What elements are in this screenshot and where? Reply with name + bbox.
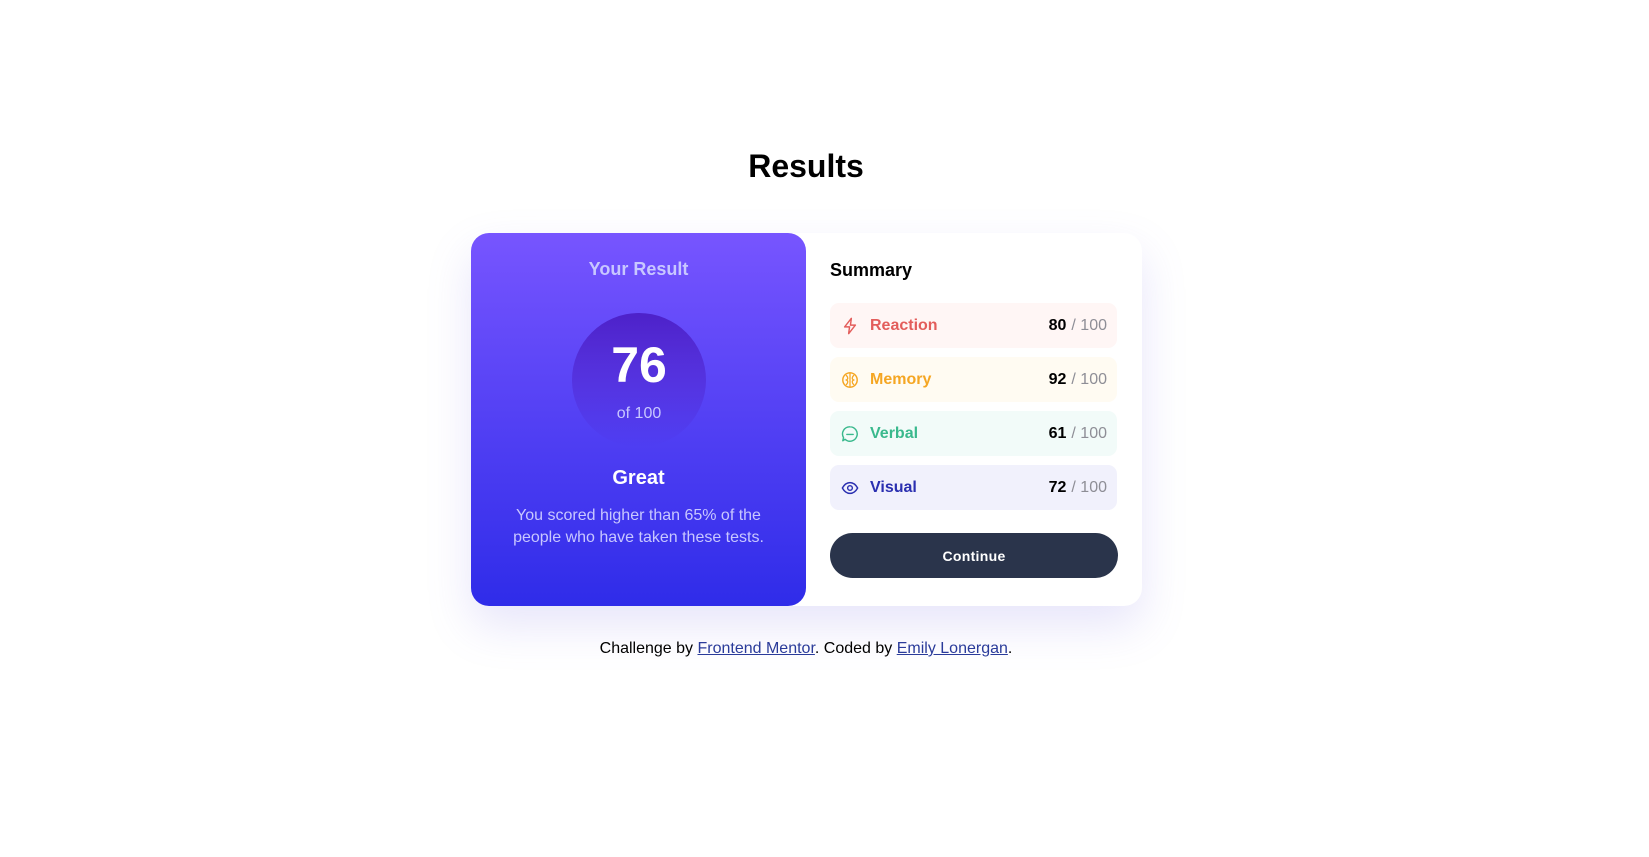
attribution: Challenge by Frontend Mentor. Coded by E… — [0, 640, 1612, 658]
attribution-suffix: . — [1007, 640, 1013, 657]
summary-item-score: 92 — [1048, 370, 1067, 388]
summary-item-visual: Visual 72 / 100 — [830, 465, 1117, 510]
summary-item-max: / 100 — [1071, 370, 1107, 388]
summary-heading: Summary — [830, 260, 913, 280]
summary-list: Reaction 80 / 100 Memory 92 / 100 Verbal… — [830, 303, 1117, 519]
lightning-icon — [841, 317, 859, 335]
summary-item-label: Visual — [870, 478, 917, 496]
score-circle: 76 of 100 — [572, 313, 706, 447]
summary-item-max: / 100 — [1071, 478, 1107, 496]
summary-item-score: 80 — [1048, 316, 1067, 334]
summary-item-label: Reaction — [870, 316, 938, 334]
summary-item-score: 61 — [1048, 424, 1067, 442]
summary-item-memory: Memory 92 / 100 — [830, 357, 1117, 402]
summary-item-verbal: Verbal 61 / 100 — [830, 411, 1117, 456]
score-value: 76 — [611, 337, 667, 393]
result-heading: Your Result — [588, 259, 689, 279]
page-title: Results — [748, 148, 864, 184]
summary-item-reaction: Reaction 80 / 100 — [830, 303, 1117, 348]
attribution-middle: . Coded by — [814, 640, 897, 657]
summary-item-max: / 100 — [1071, 316, 1107, 334]
summary-item-label: Memory — [870, 370, 932, 388]
eye-icon — [841, 479, 859, 497]
attribution-prefix: Challenge by — [599, 640, 698, 657]
summary-item-max: / 100 — [1071, 424, 1107, 442]
rating-label: Great — [612, 467, 665, 489]
result-description: You scored higher than 65% of the people… — [513, 507, 764, 546]
results-card: Your Result 76 of 100 Great You scored h… — [471, 233, 1142, 606]
summary-panel: Summary Reaction 80 / 100 Memory 92 / 10… — [806, 233, 1142, 606]
author-link[interactable]: Emily Lonergan — [897, 640, 1008, 657]
brain-icon — [841, 371, 859, 389]
summary-item-score: 72 — [1048, 478, 1067, 496]
score-max: of 100 — [616, 405, 662, 422]
summary-item-label: Verbal — [870, 424, 919, 442]
result-panel: Your Result 76 of 100 Great You scored h… — [471, 233, 806, 606]
continue-button[interactable]: Continue — [830, 533, 1118, 578]
chat-bubble-icon — [841, 425, 859, 443]
frontend-mentor-link[interactable]: Frontend Mentor — [697, 640, 814, 657]
